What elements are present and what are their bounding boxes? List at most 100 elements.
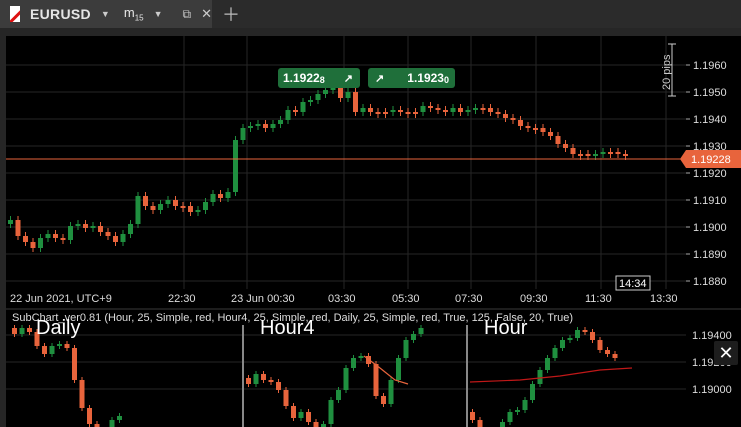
price-tick-label: 1.1940	[693, 114, 727, 126]
candle	[435, 108, 441, 110]
candle	[443, 110, 448, 112]
candle	[15, 220, 21, 236]
buy-arrow-icon: ↗	[375, 72, 385, 85]
sub-candle	[373, 364, 379, 396]
sub-candle	[411, 334, 416, 340]
candle	[255, 124, 261, 126]
sub-candle	[87, 408, 92, 424]
sub-price-tick-label: 1.19000	[692, 384, 732, 396]
symbol-flag-icon	[10, 6, 20, 22]
chart-tab[interactable]: EURUSD ▼ m15 ▼ ⧉ ✕	[0, 0, 212, 28]
sub-candle	[418, 328, 424, 334]
candle	[135, 196, 141, 224]
candle	[398, 110, 403, 112]
sub-candle	[605, 350, 610, 354]
candle	[458, 108, 463, 112]
close-subchart-button[interactable]: ✕	[714, 341, 738, 365]
sub-candle	[500, 422, 505, 427]
candle	[98, 226, 103, 232]
candle	[173, 200, 178, 206]
candle	[83, 224, 88, 228]
price-tick-label: 1.1960	[693, 60, 727, 72]
candle	[450, 108, 456, 112]
candle	[30, 242, 36, 248]
sub-candle	[283, 390, 289, 406]
candle	[210, 194, 216, 202]
candle	[510, 118, 516, 120]
candle	[413, 112, 418, 114]
chart-area[interactable]: 1.1960 1.1950 1.1940 1.1930 1.1920 1.1910 1.19…	[0, 28, 741, 427]
sub-candle	[261, 374, 266, 380]
add-tab-button[interactable]: ＋	[220, 0, 242, 28]
cursor-time: 14:34	[619, 278, 647, 290]
close-icon: ✕	[718, 342, 734, 363]
sub-candle	[72, 348, 77, 380]
sub-candle	[575, 330, 580, 338]
tab-bar: EURUSD ▼ m15 ▼ ⧉ ✕ ＋	[0, 0, 741, 29]
sub-candle	[79, 380, 85, 408]
candle	[473, 108, 478, 110]
sub-candle	[298, 412, 304, 418]
candle	[623, 154, 628, 156]
candle	[203, 202, 208, 210]
sub-candle	[612, 354, 618, 358]
candle	[353, 92, 358, 112]
sell-arrow-icon: ↗	[343, 72, 353, 85]
sub-candle	[530, 384, 535, 400]
sell-button[interactable]: 1.1922 8 ↗	[278, 68, 360, 88]
sub-candle	[12, 328, 17, 334]
sub-candle	[117, 416, 122, 420]
candle	[128, 224, 133, 234]
detach-icon[interactable]: ⧉	[183, 7, 192, 22]
price-tick-label: 1.1910	[693, 195, 727, 207]
candle	[195, 210, 201, 212]
panel-label-daily: Daily	[36, 317, 80, 339]
candle	[53, 234, 58, 238]
candle	[188, 206, 193, 212]
sub-candle	[306, 412, 311, 422]
price-tick-label: 1.1890	[693, 249, 727, 261]
time-axis-bg	[6, 289, 741, 309]
sub-candle	[351, 358, 356, 368]
candle	[38, 238, 43, 248]
candle	[315, 94, 321, 100]
candle	[428, 106, 433, 108]
sub-candle	[537, 370, 543, 384]
time-tick-label: 13:30	[650, 293, 678, 305]
candle	[420, 106, 426, 112]
candle	[615, 152, 621, 154]
timeframe-selector[interactable]: m15	[124, 5, 144, 23]
buy-price-pip: 0	[443, 75, 449, 85]
panel-label-hour4: Hour4	[260, 317, 314, 339]
candle	[540, 128, 546, 132]
candle	[248, 126, 253, 128]
price-axis-labels: 1.19601.19501.19401.19301.19201.19101.19…	[686, 60, 727, 288]
sub-candle	[313, 422, 319, 427]
sub-candle	[381, 396, 386, 404]
candle	[548, 132, 553, 136]
candle	[278, 120, 283, 124]
sub-candle	[42, 346, 47, 354]
candle	[60, 238, 66, 240]
candle	[270, 124, 276, 128]
buy-button[interactable]: ↗ 1.1923 0	[368, 68, 455, 88]
sub-candle	[336, 390, 341, 400]
candle	[105, 232, 111, 236]
candle	[488, 108, 493, 112]
timeframe-dropdown-icon[interactable]: ▼	[154, 9, 163, 19]
sub-candle	[560, 340, 565, 348]
candle	[240, 128, 246, 140]
price-tick-label: 1.1900	[693, 222, 727, 234]
sub-candle	[268, 380, 274, 382]
symbol-label[interactable]: EURUSD	[30, 6, 91, 22]
time-tick-label: 22 Jun 2021, UTC+9	[10, 293, 112, 305]
symbol-dropdown-icon[interactable]: ▼	[101, 9, 110, 19]
time-tick-label: 03:30	[328, 293, 356, 305]
time-tick-label: 23 Jun 00:30	[231, 293, 295, 305]
close-icon[interactable]: ✕	[201, 6, 212, 22]
candle	[8, 220, 13, 224]
panel-label-hour: Hour	[484, 317, 528, 339]
sub-candle	[343, 368, 349, 390]
timeframe-value: 15	[134, 13, 144, 23]
sub-candle	[358, 356, 364, 358]
